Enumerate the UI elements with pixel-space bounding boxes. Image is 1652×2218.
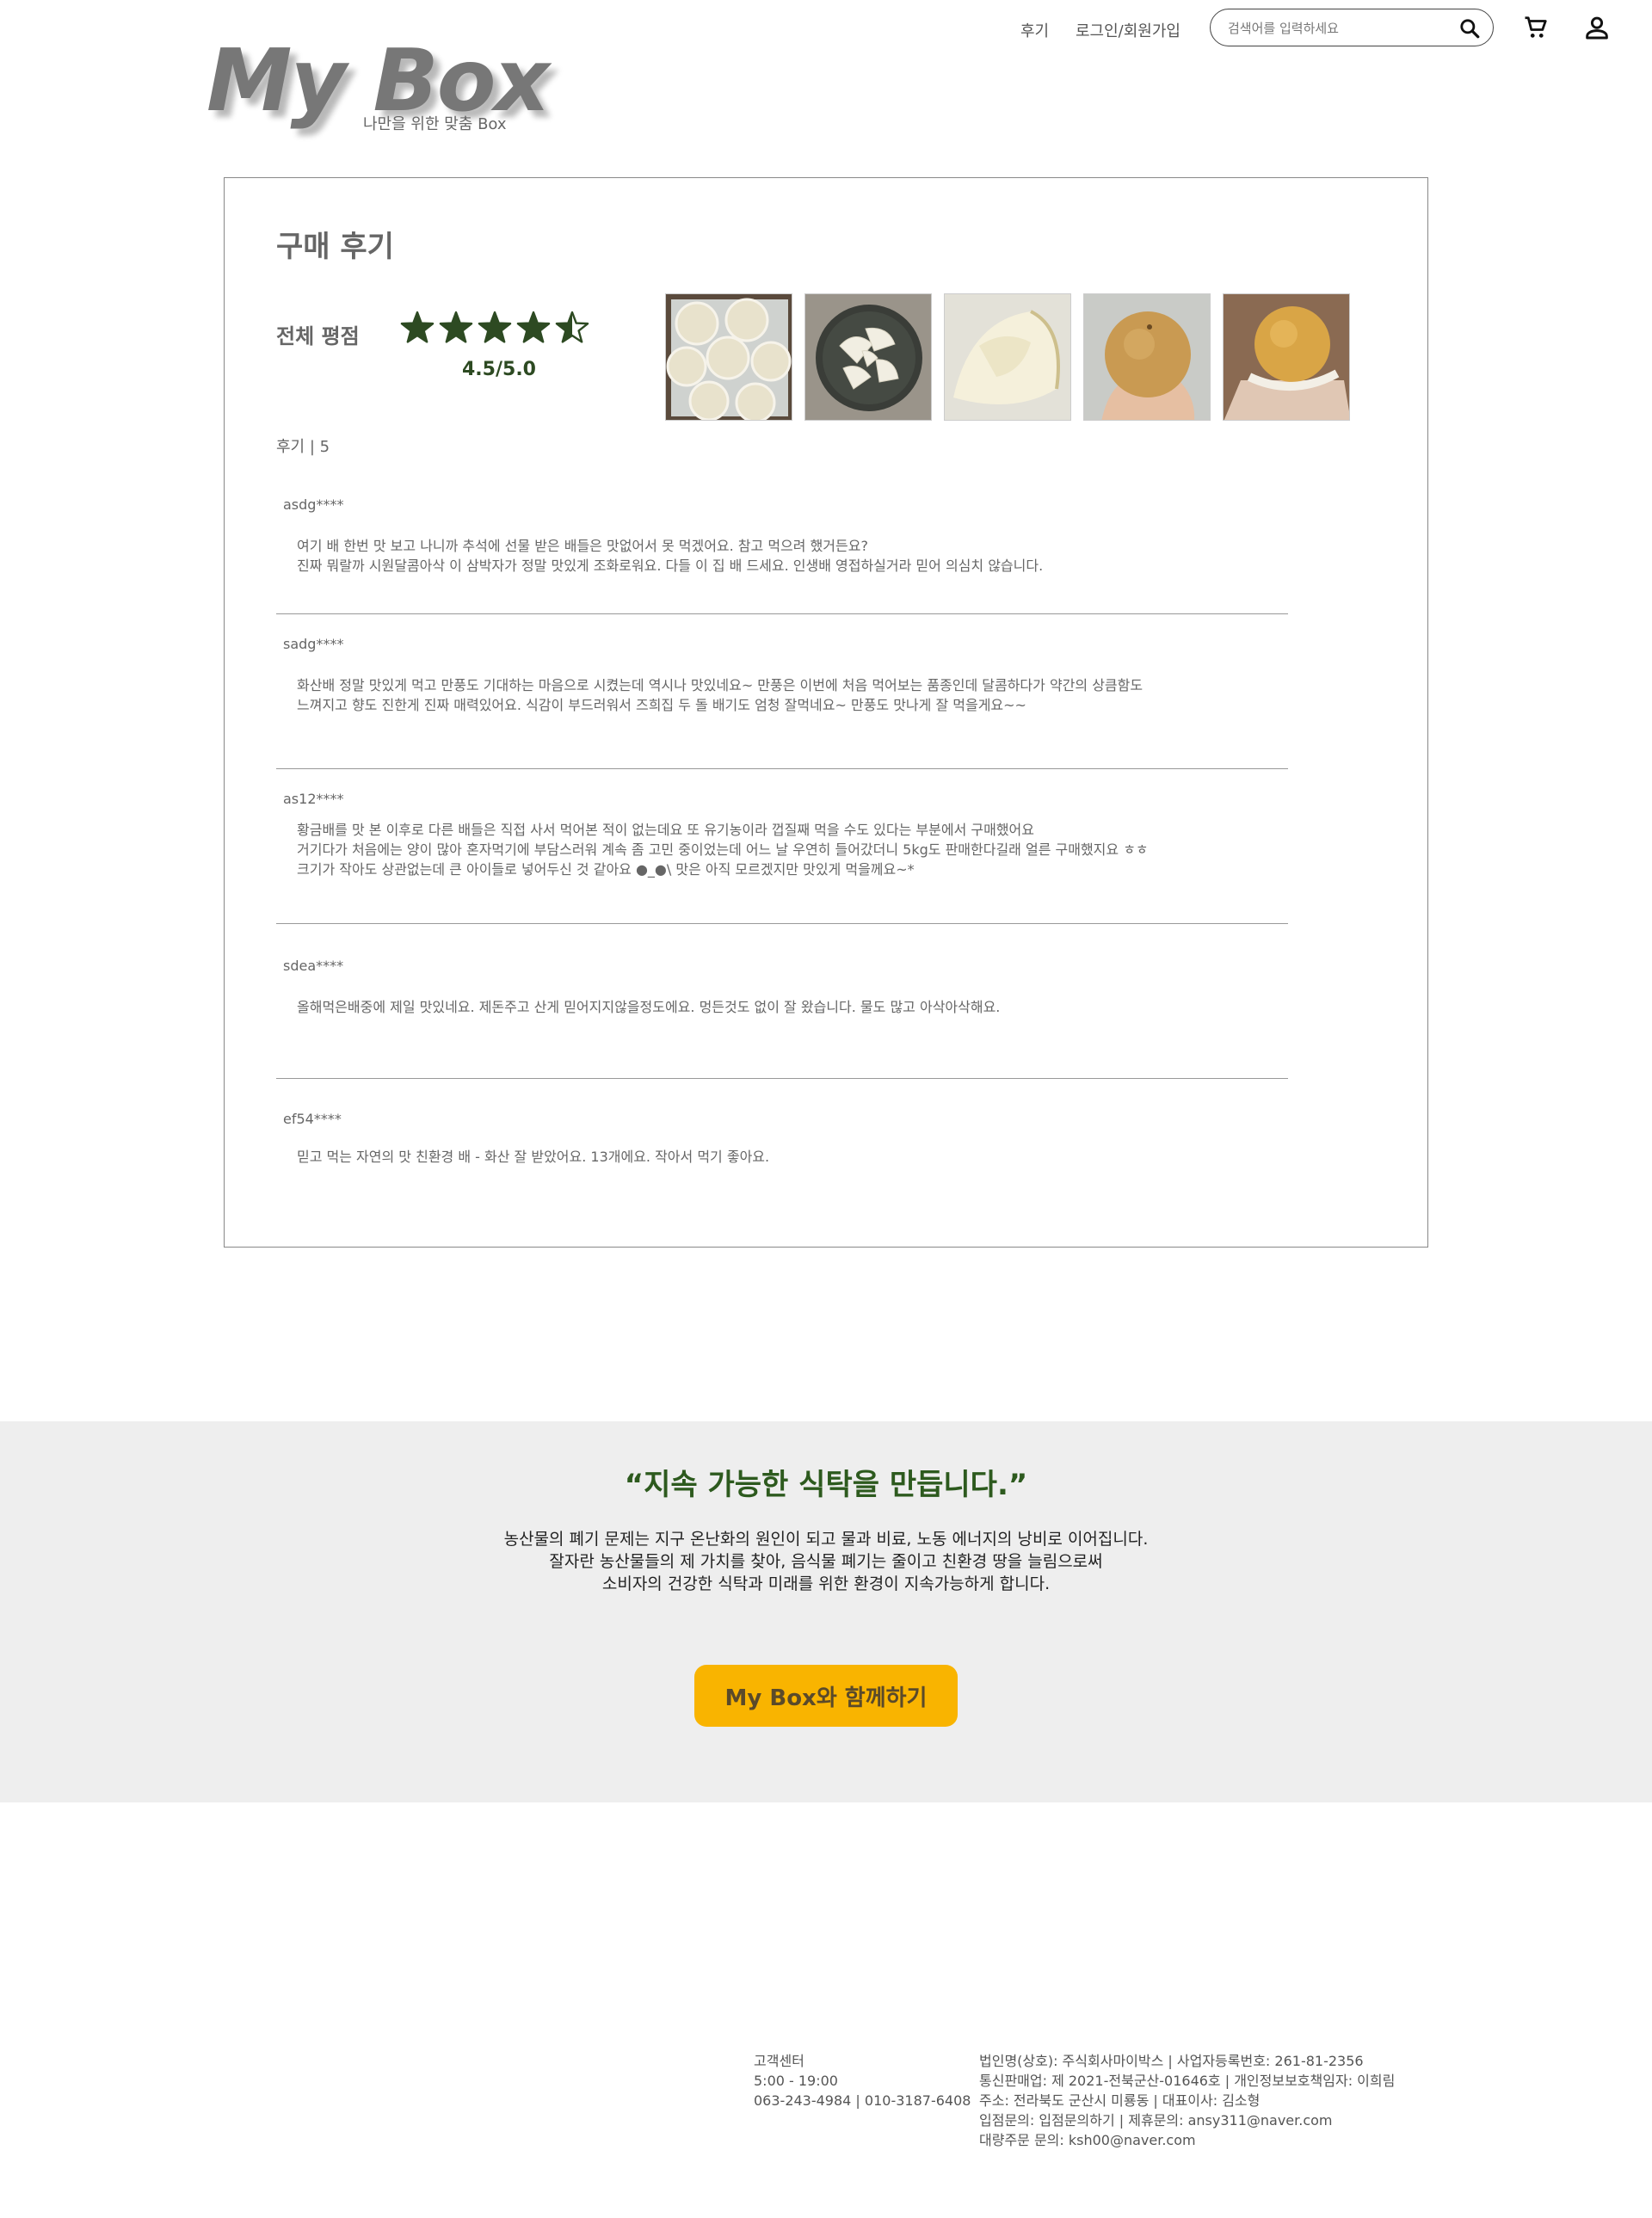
review-divider: [276, 1078, 1288, 1079]
review-line: 여기 배 한번 맛 보고 나니까 추석에 선물 받은 배들은 맛없어서 못 먹겠…: [297, 538, 868, 554]
star-full-icon: [478, 312, 511, 342]
nav-link-login-signup[interactable]: 로그인/회원가입: [1076, 19, 1180, 41]
review-divider: [276, 768, 1288, 769]
star-full-icon: [401, 312, 434, 342]
review-photo[interactable]: [1083, 293, 1211, 421]
review-line: 거기다가 처음에는 양이 많아 혼자먹기에 부담스러워 계속 좀 고민 중이었는…: [297, 841, 1149, 858]
pear-in-hand-photo: [1084, 294, 1210, 420]
star-rating: [400, 311, 589, 343]
footer-line: 입점문의: 입점문의하기 | 제휴문의: ansy311@naver.com: [979, 2112, 1333, 2129]
review-card: 구매 후기 전체 평점 4.5/5.0 후기 | 5 asdg**** 여기 배…: [224, 177, 1428, 1248]
footer-line: 주소: 전라북도 군산시 미룡동 | 대표이사: 김소형: [979, 2092, 1261, 2109]
section-title: 구매 후기: [276, 230, 394, 264]
mission-quote: “지속 가능한 식탁을 만듭니다.”: [624, 1468, 1028, 1502]
mission-section: “지속 가능한 식탁을 만듭니다.” 농산물의 폐기 문제는 지구 온난화의 원…: [0, 1421, 1652, 1802]
wrapped-pear-photo: [1224, 294, 1349, 420]
mission-line: 농산물의 폐기 문제는 지구 온난화의 원인이 되고 물과 비료, 노동 에너지…: [503, 1530, 1149, 1549]
nav-link-review[interactable]: 후기: [1020, 19, 1049, 41]
footer-line: 고객센터: [754, 2053, 804, 2069]
logo[interactable]: My Box 나만을 위한 맞춤 Box: [206, 29, 568, 141]
star-full-icon: [517, 312, 550, 342]
footer-line: 5:00 - 19:00: [754, 2073, 838, 2089]
join-my-box-button[interactable]: My Box와 함께하기: [694, 1665, 958, 1727]
user-account-icon[interactable]: [1583, 14, 1611, 41]
review-text: 믿고 먹는 자연의 맛 친환경 배 - 화산 잘 받았어요. 13개에요. 작아…: [297, 1147, 769, 1167]
footer-line: 대량주문 문의: ksh00@naver.com: [979, 2132, 1196, 2148]
review-line: 크기가 작아도 상관없는데 큰 아이들로 넣어두신 것 같아요 ●_●\ 맛은 …: [297, 861, 915, 878]
review-author: ef54****: [283, 1111, 342, 1127]
pear-slice-closeup-photo: [945, 294, 1070, 420]
review-photo[interactable]: [944, 293, 1071, 421]
review-photo[interactable]: [804, 293, 932, 421]
search-input[interactable]: [1226, 17, 1445, 40]
sliced-pear-plate-photo: [805, 294, 931, 420]
cart-icon[interactable]: [1523, 14, 1549, 41]
mission-text: 농산물의 폐기 문제는 지구 온난화의 원인이 되고 물과 비료, 노동 에너지…: [0, 1528, 1652, 1595]
mission-line: 잘자란 농산물들의 제 가치를 찾아, 음식물 폐기는 줄이고 친환경 땅을 늘…: [549, 1552, 1103, 1571]
search-bar: [1210, 9, 1494, 46]
footer-line: 통신판매업: 제 2021-전북군산-01646호 | 개인정보보호책임자: 이…: [979, 2073, 1396, 2089]
star-full-icon: [440, 312, 472, 342]
review-text: 올해먹은배중에 제일 맛있네요. 제돈주고 산게 믿어지지않을정도에요. 멍든것…: [297, 997, 1000, 1017]
review-divider: [276, 613, 1288, 614]
review-photo[interactable]: [1223, 293, 1350, 421]
review-line: 황금배를 맛 본 이후로 다른 배들은 직접 사서 먹어본 적이 없는데요 또 …: [297, 822, 1034, 838]
review-line: 진짜 뭐랄까 시원달콤아삭 이 삼박자가 정말 맛있게 조화로워요. 다들 이 …: [297, 558, 1044, 574]
review-line: 믿고 먹는 자연의 맛 친환경 배 - 화산 잘 받았어요. 13개에요. 작아…: [297, 1149, 770, 1165]
review-text: 화산배 정말 맛있게 먹고 만풍도 기대하는 마음으로 시켰는데 역시나 맛있네…: [297, 675, 1143, 715]
review-line: 화산배 정말 맛있게 먹고 만풍도 기대하는 마음으로 시켰는데 역시나 맛있네…: [297, 677, 1143, 693]
mission-line: 소비자의 건강한 식탁과 미래를 위한 환경이 지속가능하게 합니다.: [601, 1574, 1051, 1593]
review-author: sdea****: [283, 958, 344, 974]
logo-subtitle: 나만을 위한 맞춤 Box: [363, 115, 507, 133]
review-photo[interactable]: [665, 293, 792, 421]
footer-line: 063-243-4984 | 010-3187-6408: [754, 2092, 971, 2109]
review-text: 여기 배 한번 맛 보고 나니까 추석에 선물 받은 배들은 맛없어서 못 먹겠…: [297, 536, 1043, 576]
footer-line: 법인명(상호): 주식회사마이박스 | 사업자등록번호: 261-81-2356: [979, 2053, 1364, 2069]
review-line: 올해먹은배중에 제일 맛있네요. 제돈주고 산게 믿어지지않을정도에요. 멍든것…: [297, 999, 1001, 1015]
review-text: 황금배를 맛 본 이후로 다른 배들은 직접 사서 먹어본 적이 없는데요 또 …: [297, 820, 1149, 879]
review-divider: [276, 923, 1288, 924]
pears-boxed-photo: [666, 294, 792, 420]
search-icon[interactable]: [1458, 17, 1481, 40]
rating-score: 4.5/5.0: [462, 359, 536, 380]
review-author: asdg****: [283, 496, 344, 513]
review-author: as12****: [283, 791, 344, 807]
overall-rating-label: 전체 평점: [276, 324, 360, 348]
review-line: 느껴지고 향도 진한게 진짜 매력있어요. 식감이 부드러워서 즈희집 두 돌 …: [297, 697, 1026, 713]
footer-company-info: 법인명(상호): 주식회사마이박스 | 사업자등록번호: 261-81-2356…: [979, 2051, 1395, 2150]
footer-customer-center: 고객센터 5:00 - 19:00 063-243-4984 | 010-318…: [754, 2051, 971, 2110]
review-count: 후기 | 5: [276, 438, 330, 456]
review-author: sadg****: [283, 636, 344, 652]
